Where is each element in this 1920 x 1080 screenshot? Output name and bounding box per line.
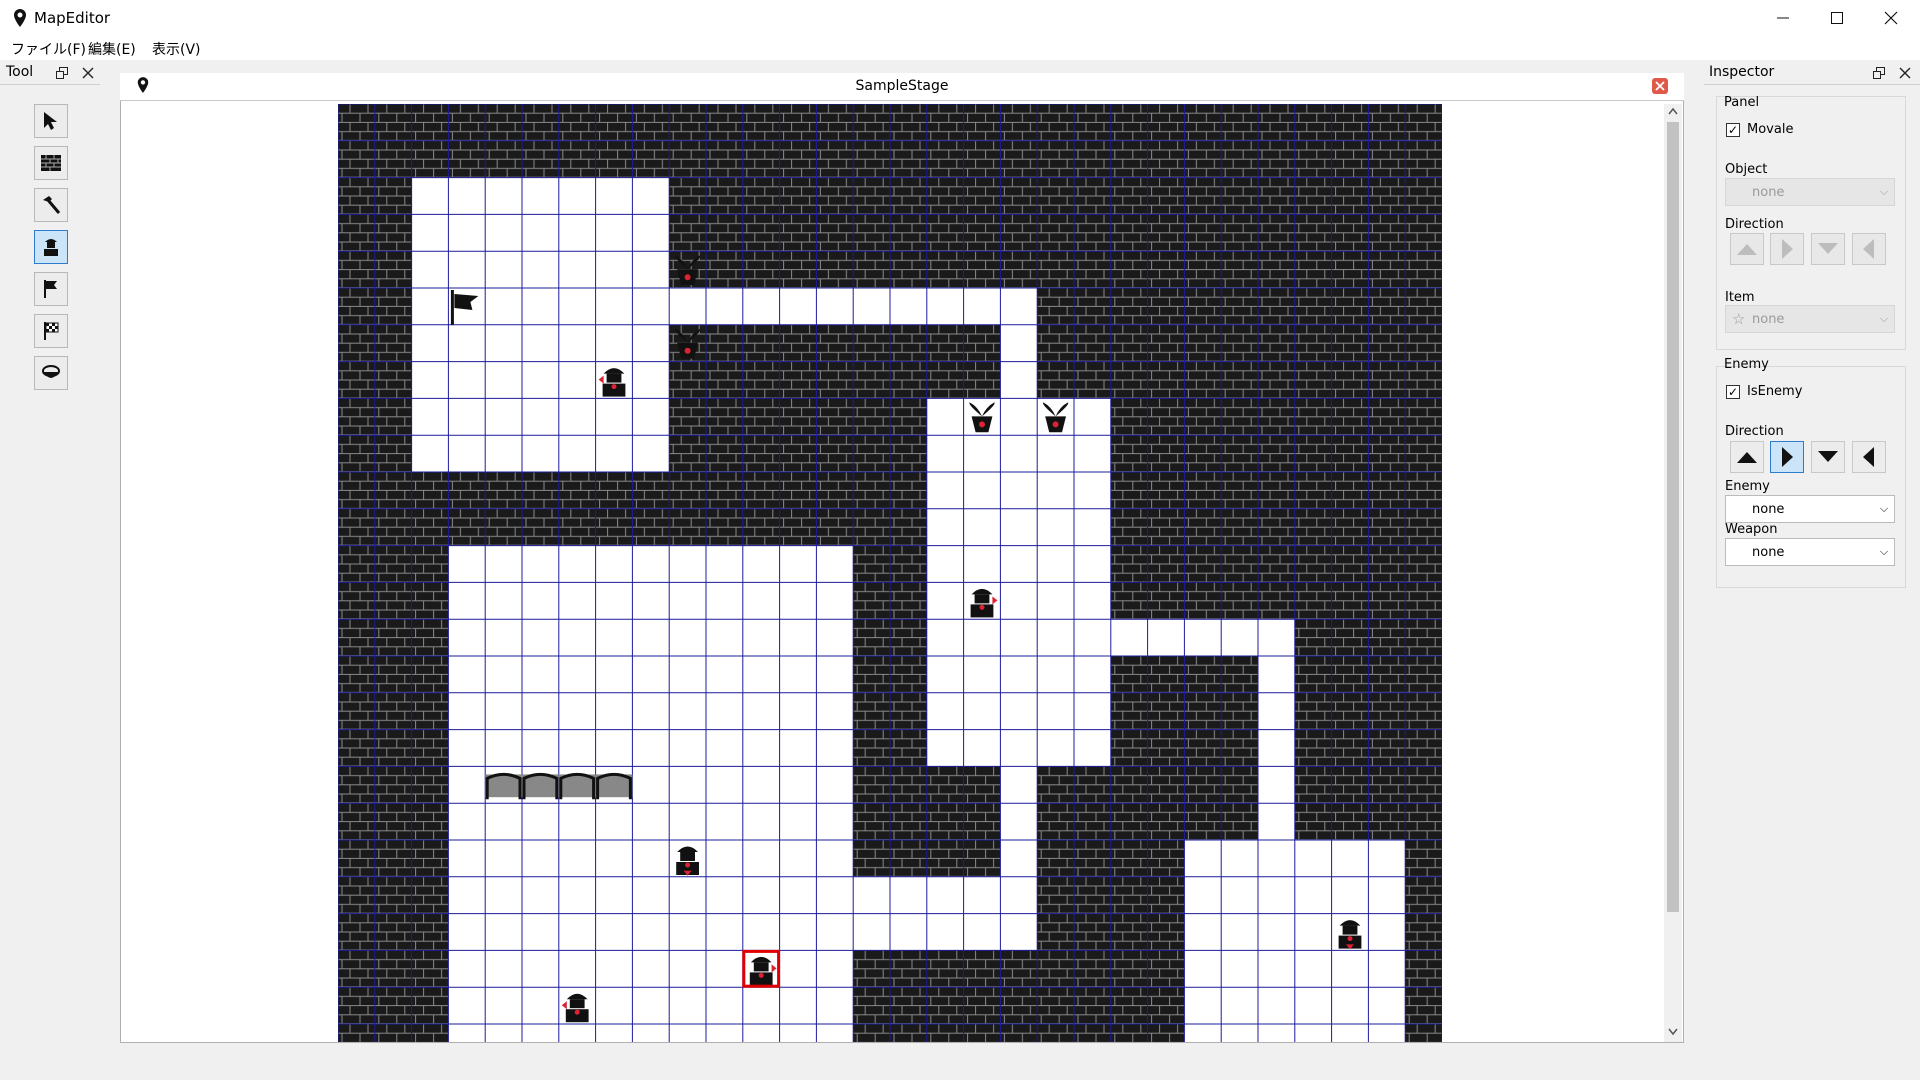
title-bar[interactable]: [0, 0, 1920, 36]
enemy-type-label: Enemy: [1725, 479, 1770, 494]
enemy-group-label: Enemy: [1724, 357, 1769, 372]
soldier-badge-icon[interactable]: [758, 972, 764, 978]
scroll-up-icon[interactable]: [1667, 106, 1679, 116]
panel-direction-down[interactable]: [1811, 233, 1845, 265]
map-pin-icon: [14, 9, 26, 27]
soldier-badge-icon[interactable]: [685, 862, 691, 868]
select-tool-button[interactable]: [34, 104, 68, 138]
item-tool-button[interactable]: [34, 356, 68, 390]
start-flag-tool-button[interactable]: [34, 272, 68, 306]
scroll-thumb[interactable]: [1667, 122, 1679, 912]
item-select[interactable]: ☆ none ⌵: [1725, 305, 1895, 333]
menu-file[interactable]: ファイル(F): [11, 39, 86, 59]
object-select[interactable]: none ⌵: [1725, 178, 1895, 206]
movable-checkbox[interactable]: ✓: [1726, 123, 1740, 137]
brick-wall-icon: [41, 155, 61, 171]
close-window-button[interactable]: [1864, 0, 1918, 36]
panel-direction-right[interactable]: [1770, 233, 1804, 265]
enemy-type-select[interactable]: none ⌵: [1725, 495, 1895, 523]
editor-close-button[interactable]: [1652, 78, 1668, 94]
float-icon[interactable]: [1873, 67, 1885, 79]
maximize-icon: [1831, 12, 1843, 24]
map-canvas[interactable]: [338, 104, 1442, 1042]
soldier-badge-icon[interactable]: [1347, 936, 1353, 942]
soldier-head-icon[interactable]: [569, 999, 585, 1009]
arrow-right-icon: [1782, 239, 1793, 259]
weapon-label: Weapon: [1725, 522, 1778, 537]
chevron-down-icon: ⌵: [1879, 502, 1889, 515]
hammer-icon: [43, 196, 61, 214]
arrow-cursor-icon: [44, 112, 57, 130]
weapon-select[interactable]: none ⌵: [1725, 538, 1895, 566]
panel-direction-left[interactable]: [1852, 233, 1886, 265]
soldier-badge-icon[interactable]: [574, 1009, 580, 1015]
panel-direction-label: Direction: [1725, 217, 1784, 232]
chevron-down-icon: ⌵: [1879, 545, 1889, 558]
close-icon: [1884, 11, 1898, 25]
movable-label: Movale: [1747, 122, 1794, 137]
goal-flag-tool-button[interactable]: [34, 314, 68, 348]
soldier-head-icon[interactable]: [753, 962, 769, 972]
checkmark-icon: ✓: [1727, 385, 1739, 399]
soldier-badge-icon[interactable]: [979, 604, 985, 610]
star-icon: ☆: [1732, 310, 1746, 328]
enemy-direction-up[interactable]: [1730, 441, 1764, 473]
checkmark-icon: ✓: [1727, 123, 1739, 137]
window-title: MapEditor: [34, 9, 111, 27]
arrow-left-icon: [1863, 239, 1874, 259]
is-enemy-checkbox[interactable]: ✓: [1726, 385, 1740, 399]
scroll-down-icon[interactable]: [1667, 1027, 1679, 1037]
plant-flower-icon[interactable]: [684, 274, 691, 281]
enemy-tool-button[interactable]: [34, 230, 68, 264]
plant-flower-icon[interactable]: [684, 347, 691, 354]
enemy-direction-down[interactable]: [1811, 441, 1845, 473]
minimize-button[interactable]: [1756, 0, 1810, 36]
close-icon: [1655, 81, 1665, 91]
floor-region[interactable]: [669, 288, 1001, 325]
hammer-tool-button[interactable]: [34, 188, 68, 222]
enemy-direction-right[interactable]: [1770, 441, 1804, 473]
object-label: Object: [1725, 162, 1768, 177]
menu-edit[interactable]: 編集(E): [88, 39, 136, 59]
enemy-direction-label: Direction: [1725, 424, 1784, 439]
arrow-down-icon: [1818, 451, 1838, 462]
arrow-right-icon: [1782, 447, 1793, 467]
maximize-button[interactable]: [1810, 0, 1864, 36]
arrow-up-icon: [1737, 452, 1757, 463]
status-bar: [0, 1060, 1920, 1080]
minimize-icon: [1777, 17, 1789, 19]
is-enemy-label: IsEnemy: [1747, 384, 1803, 399]
plant-flower-icon[interactable]: [979, 421, 985, 428]
floor-region[interactable]: [1000, 766, 1038, 951]
arrow-down-icon: [1818, 243, 1838, 254]
soldier-head-icon[interactable]: [974, 594, 990, 604]
soldier-head-icon[interactable]: [1342, 925, 1358, 935]
arrow-left-icon: [1863, 447, 1874, 467]
item-label: Item: [1725, 290, 1755, 305]
chevron-down-icon: ⌵: [1879, 185, 1889, 198]
floor-region[interactable]: [1258, 619, 1295, 877]
pot-icon: [42, 365, 60, 378]
panel-group-label: Panel: [1724, 95, 1760, 110]
close-icon[interactable]: [1899, 67, 1911, 79]
plant-flower-icon[interactable]: [1052, 421, 1059, 428]
panel-direction-up[interactable]: [1730, 233, 1764, 265]
flag-icon: [44, 280, 57, 298]
checkered-flag-icon: [44, 322, 59, 340]
chevron-down-icon: ⌵: [1879, 312, 1889, 325]
arrow-up-icon: [1737, 244, 1757, 255]
menu-bar: [0, 36, 1920, 60]
soldier-head-icon[interactable]: [606, 373, 622, 383]
soldier-head-icon[interactable]: [680, 852, 695, 861]
soldier-badge-icon[interactable]: [611, 384, 617, 390]
menu-view[interactable]: 表示(V): [152, 39, 201, 59]
inspector-title: Inspector: [1709, 64, 1775, 80]
soldier-icon: [44, 239, 58, 256]
wall-tool-button[interactable]: [34, 146, 68, 180]
enemy-direction-left[interactable]: [1852, 441, 1886, 473]
editor-title: SampleStage: [855, 78, 949, 94]
